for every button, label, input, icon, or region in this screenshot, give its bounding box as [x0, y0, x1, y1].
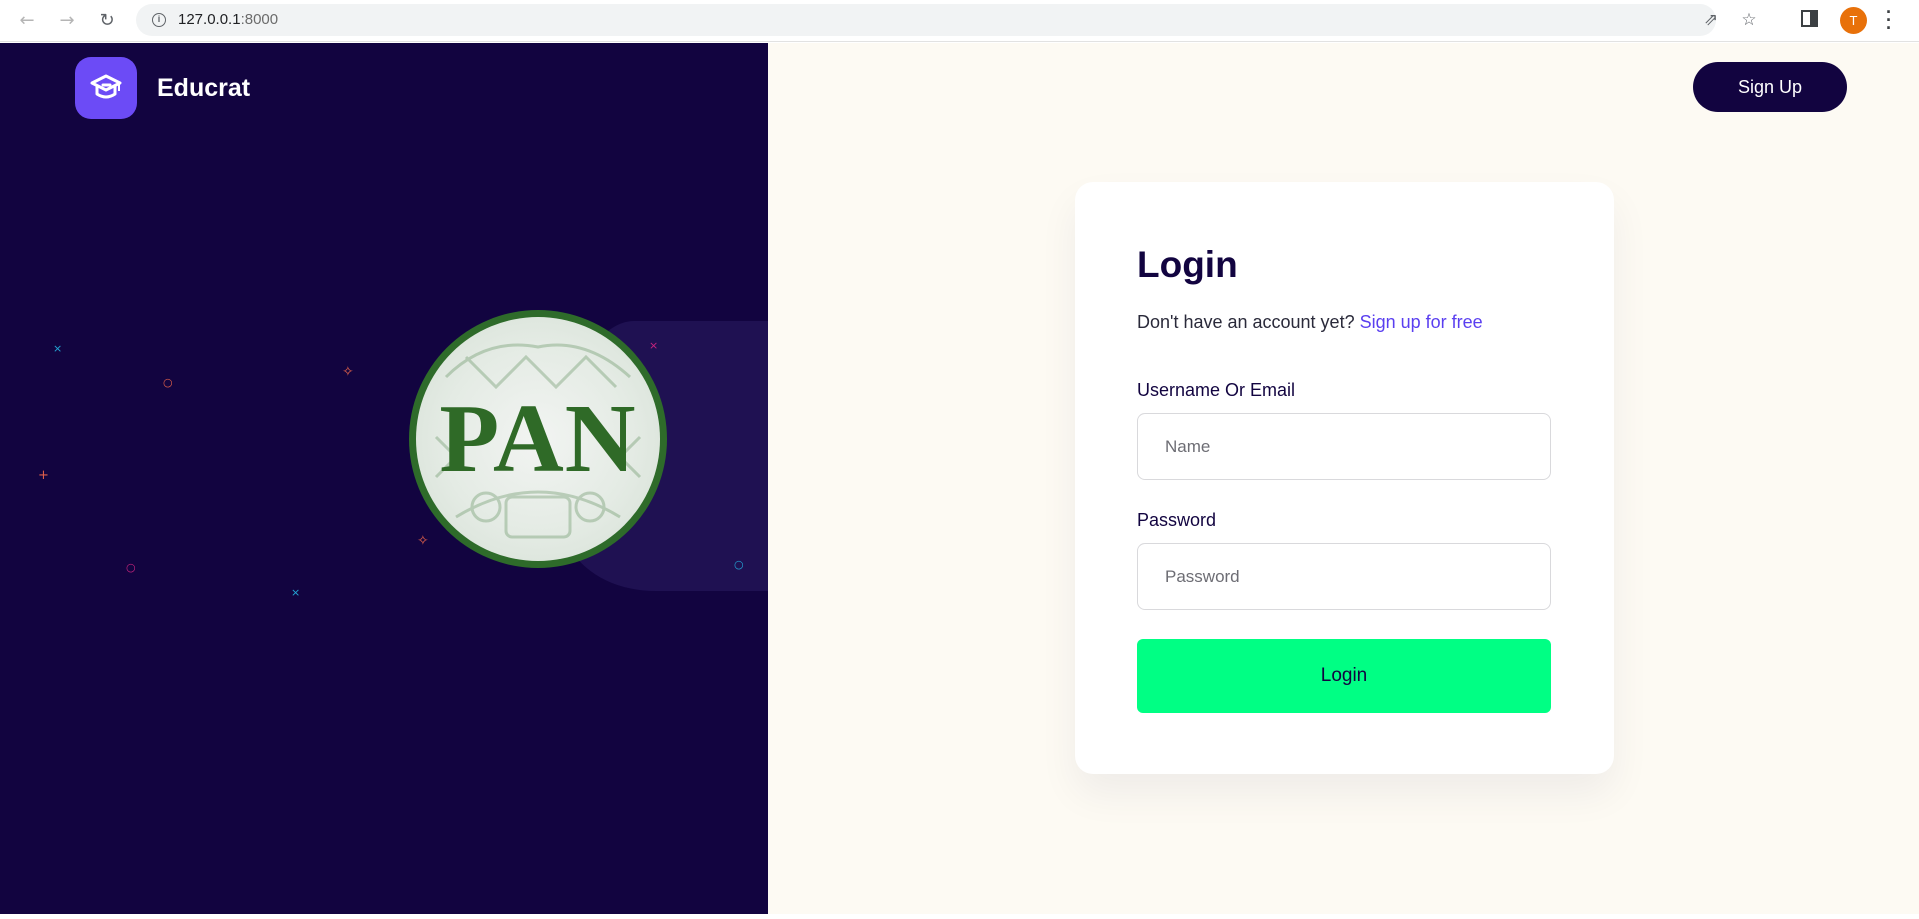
login-card: Login Don't have an account yet? Sign up… [1075, 182, 1614, 774]
password-input[interactable] [1137, 543, 1551, 610]
star-icon[interactable]: ☆ [1738, 10, 1760, 32]
hero-panel: Educrat PAN × ○ ✧ × + ✧ ○ × ○ [0, 43, 768, 914]
password-label: Password [1137, 510, 1217, 530]
username-input[interactable] [1137, 413, 1551, 480]
decoration-circle-icon: ○ [126, 561, 136, 574]
signup-button[interactable]: Sign Up [1693, 62, 1847, 112]
menu-icon[interactable]: · · · [1884, 3, 1894, 37]
url-text[interactable]: 127.0.0.1:8000 [178, 11, 278, 28]
decoration-plus-icon: + [38, 468, 49, 483]
brand[interactable]: Educrat [75, 57, 250, 119]
signup-link[interactable]: Sign up for free [1360, 312, 1483, 332]
share-icon[interactable]: ⇗ [1700, 10, 1722, 32]
reload-icon[interactable]: ↻ [94, 7, 120, 33]
pan-seal-text: PAN [439, 385, 637, 493]
decoration-circle-icon: ○ [163, 376, 173, 389]
back-icon[interactable]: ← [14, 7, 40, 33]
brand-name: Educrat [157, 73, 251, 102]
address-bar[interactable]: i 127.0.0.1:8000 ⇗ ☆ [136, 4, 1757, 36]
subtitle-text: Don't have an account yet? [1137, 312, 1355, 332]
decoration-cross-icon: × [291, 586, 301, 599]
pan-logo: PAN [409, 310, 667, 568]
info-icon[interactable]: i [152, 13, 166, 27]
auth-panel: Sign Up Login Don't have an account yet?… [768, 43, 1919, 914]
login-subtitle: Don't have an account yet? Sign up for f… [1137, 312, 1483, 333]
decoration-cross-icon: × [53, 342, 63, 355]
page-title: Login [1137, 244, 1238, 285]
decoration-sparkle-icon: ✧ [342, 364, 354, 380]
side-panel-icon[interactable] [1801, 10, 1818, 27]
decoration-circle-icon: ○ [734, 558, 744, 571]
decoration-sparkle-icon: ✧ [417, 533, 429, 549]
pan-logo-inner: PAN [416, 317, 660, 561]
username-label: Username Or Email [1137, 380, 1296, 400]
browser-toolbar: ← → ↻ i 127.0.0.1:8000 ⇗ ☆ T · · · [0, 0, 1919, 42]
forward-icon[interactable]: → [54, 7, 80, 33]
graduation-cap-icon [75, 57, 137, 119]
login-button[interactable]: Login [1137, 639, 1551, 713]
decoration-cross-icon: × [649, 339, 659, 352]
profile-avatar[interactable]: T [1840, 7, 1867, 34]
